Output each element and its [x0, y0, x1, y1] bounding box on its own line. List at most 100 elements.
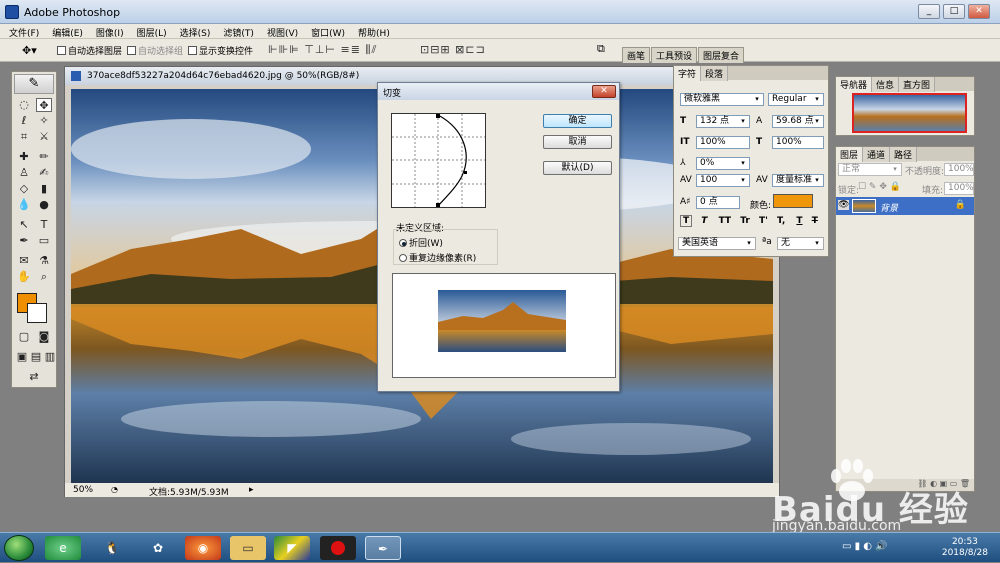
vertical-scale-field[interactable]: 100%	[696, 136, 750, 149]
status-arrow-icon[interactable]: ▸	[249, 485, 254, 495]
minimize-button[interactable]: _	[918, 4, 940, 19]
baidu-watermark: Baidu 经验 jingyan.baidu.com	[768, 459, 998, 534]
standard-mode-icon[interactable]: ▢	[16, 330, 32, 344]
close-button[interactable]: ✕	[968, 4, 990, 19]
navigator-thumbnail[interactable]	[852, 93, 967, 133]
eraser-tool-icon[interactable]: ◇	[16, 182, 32, 196]
auto-select-group-checkbox[interactable]: 自动选择组	[127, 44, 183, 57]
screen-mode-full-icon[interactable]: ▥	[42, 350, 58, 364]
tab-paragraph[interactable]: 段落	[701, 66, 729, 81]
well-tab-tool-presets[interactable]: 工具预设	[651, 47, 698, 63]
well-tab-brushes[interactable]: 画笔	[622, 47, 651, 63]
quick-mask-icon[interactable]: ◙	[36, 330, 52, 344]
menu-view[interactable]: 视图(V)	[258, 24, 302, 39]
tab-channels[interactable]: 通道	[863, 147, 891, 162]
align-buttons[interactable]: ⊩⊪⊫ ⊤⊥⊢ ≡≣ ⫼⫽	[268, 43, 377, 57]
brush-tool-icon[interactable]: ✏	[36, 150, 52, 164]
blur-tool-icon[interactable]: 💧	[16, 198, 32, 212]
visibility-eye-icon[interactable]: 👁	[838, 200, 849, 210]
magic-wand-icon[interactable]: ✧	[36, 114, 52, 128]
menu-help[interactable]: 帮助(H)	[349, 24, 394, 39]
gradient-tool-icon[interactable]: ▮	[36, 182, 52, 196]
system-clock[interactable]: 20:53 2018/8/28	[942, 537, 988, 559]
text-color-swatch[interactable]	[773, 194, 813, 208]
shear-curve-editor[interactable]	[391, 113, 486, 208]
tab-layers[interactable]: 图层	[836, 147, 864, 162]
photoshop-taskbar-icon[interactable]: ✒	[365, 536, 401, 560]
zoom-level[interactable]: 50%	[73, 485, 93, 495]
tab-info[interactable]: 信息	[872, 77, 900, 92]
tab-character[interactable]: 字符	[674, 66, 702, 81]
lasso-tool-icon[interactable]: ℓ	[16, 114, 32, 128]
media-player-icon[interactable]: ✿	[140, 536, 176, 560]
clone-stamp-icon[interactable]: ♙	[16, 166, 32, 180]
font-size-field[interactable]: 132 点 ▾	[696, 115, 750, 128]
type-style-buttons[interactable]: T T TT Tr T' T, T T	[680, 215, 824, 231]
tracking-field[interactable]: 0% ▾	[696, 157, 750, 170]
layer-row[interactable]: 👁 背景 🔒	[836, 197, 974, 215]
zoom-tool-icon[interactable]: ⌕	[36, 270, 52, 284]
ie-icon[interactable]: e	[45, 536, 81, 560]
move-tool-icon[interactable]: ✥	[36, 98, 52, 112]
font-style-select[interactable]: Regular ▾	[768, 93, 824, 106]
firefox-icon[interactable]: ◉	[185, 536, 221, 560]
font-family-select[interactable]: 微软雅黑 ▾	[680, 93, 764, 106]
hand-tool-icon[interactable]: ✋	[16, 270, 32, 284]
notes-tool-icon[interactable]: ✉	[16, 254, 32, 268]
menu-layer[interactable]: 图层(L)	[128, 24, 171, 39]
move-tool-icon[interactable]: ✥▾	[22, 44, 37, 57]
cancel-button[interactable]: 取消	[543, 135, 612, 149]
tab-navigator[interactable]: 导航器	[836, 77, 873, 92]
maximize-button[interactable]: □	[943, 4, 965, 19]
kerning-mode-select[interactable]: 度量标准 ▾	[772, 174, 824, 187]
status-menu-icon[interactable]: ◔	[111, 485, 118, 494]
baseline-field[interactable]: 0 点	[696, 196, 740, 209]
dodge-tool-icon[interactable]: ●	[36, 198, 52, 212]
pen-tool-icon[interactable]: ✒	[16, 234, 32, 248]
history-brush-icon[interactable]: ✍	[36, 166, 52, 180]
opacity-field[interactable]: 100%	[944, 163, 974, 176]
crop-tool-icon[interactable]: ⌗	[16, 130, 32, 144]
menu-file[interactable]: 文件(F)	[0, 24, 43, 39]
shape-tool-icon[interactable]: ▭	[36, 234, 52, 248]
ok-button[interactable]: 确定	[543, 114, 612, 128]
menu-filter[interactable]: 滤镜(T)	[214, 24, 258, 39]
menu-image[interactable]: 图像(I)	[87, 24, 128, 39]
jump-to-imageready-icon[interactable]: ⇄	[16, 370, 52, 384]
well-tab-layer-comps[interactable]: 图层复合	[698, 47, 745, 63]
slice-tool-icon[interactable]: ⚔	[36, 130, 52, 144]
background-color-swatch[interactable]	[27, 303, 47, 323]
palette-well-icon[interactable]: ⧉	[597, 42, 605, 56]
antialias-select[interactable]: 无 ▾	[777, 237, 824, 250]
auto-select-layer-checkbox[interactable]: 自动选择图层	[57, 44, 122, 57]
horizontal-scale-field[interactable]: 100%	[772, 136, 824, 149]
flag-app-icon[interactable]: ◤	[274, 536, 310, 560]
default-button[interactable]: 默认(D)	[543, 161, 612, 175]
distribute-buttons[interactable]: ⊡⊟⊞ ⊠⊏⊐	[420, 43, 486, 57]
leading-field[interactable]: 59.68 点 ▾	[772, 115, 824, 128]
marquee-tool-icon[interactable]: ◌	[16, 98, 32, 112]
kerning-field[interactable]: 100 ▾	[696, 174, 750, 187]
tab-paths[interactable]: 路径	[890, 147, 918, 162]
language-select[interactable]: 美国英语 ▾	[678, 237, 756, 250]
blend-mode-select[interactable]: 正常 ▾	[838, 163, 902, 176]
tray-icons[interactable]: ▭ ▮ ◐ 🔊	[842, 541, 888, 552]
qq-icon[interactable]: 🐧	[94, 536, 130, 560]
menu-window[interactable]: 窗口(W)	[302, 24, 349, 39]
eyedropper-icon[interactable]: ⚗	[36, 254, 52, 268]
wrap-radio[interactable]: 折回(W)	[399, 236, 443, 249]
healing-brush-icon[interactable]: ✚	[16, 150, 32, 164]
lock-icons[interactable]: ☐ ✎ ✥ 🔒	[858, 182, 901, 192]
dialog-close-icon[interactable]: ✕	[592, 85, 616, 98]
start-button[interactable]	[4, 535, 34, 561]
type-tool-icon[interactable]: T	[36, 218, 52, 232]
repeat-edge-radio[interactable]: 重复边缘像素(R)	[399, 251, 476, 264]
menu-select[interactable]: 选择(S)	[171, 24, 215, 39]
folder-icon[interactable]: ▭	[230, 536, 266, 560]
menu-edit[interactable]: 编辑(E)	[43, 24, 87, 39]
record-icon[interactable]	[320, 536, 356, 560]
show-transform-checkbox[interactable]: 显示变换控件	[188, 44, 253, 57]
path-selection-icon[interactable]: ↖	[16, 218, 32, 232]
fill-field[interactable]: 100%	[944, 182, 974, 195]
tab-histogram[interactable]: 直方图	[899, 77, 936, 92]
